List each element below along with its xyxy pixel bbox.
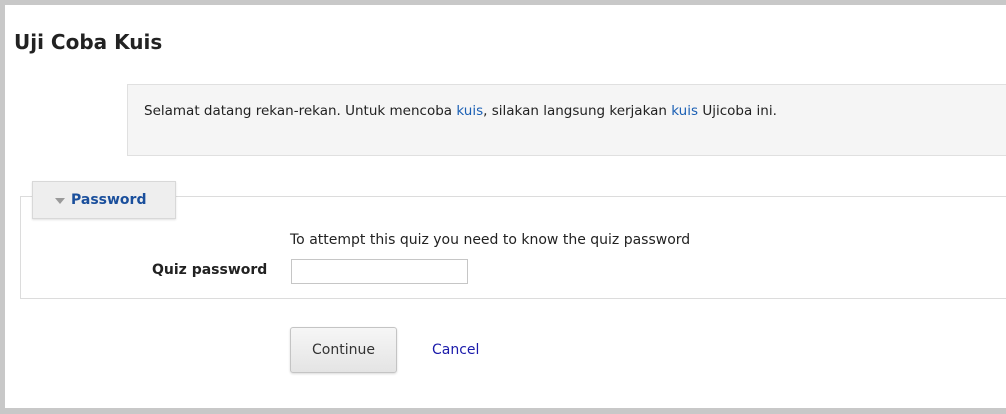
intro-text-after: Ujicoba ini.: [698, 103, 777, 119]
triangle-down-icon: [55, 197, 65, 204]
intro-text-before: Selamat datang rekan-rekan. Untuk mencob…: [144, 103, 457, 119]
intro-text-middle: , silakan langsung kerjakan: [483, 103, 672, 119]
password-notice: To attempt this quiz you need to know th…: [290, 232, 691, 248]
intro-box: Selamat datang rekan-rekan. Untuk mencob…: [127, 84, 1006, 156]
quiz-link-2[interactable]: kuis: [671, 103, 698, 119]
cancel-link[interactable]: Cancel: [432, 342, 479, 358]
intro-text: Selamat datang rekan-rekan. Untuk mencob…: [144, 103, 777, 119]
page-title: Uji Coba Kuis: [14, 30, 163, 54]
password-section-toggle[interactable]: Password: [32, 181, 176, 219]
password-legend-label: Password: [71, 192, 147, 208]
quiz-password-label: Quiz password: [152, 262, 268, 278]
quiz-link-1[interactable]: kuis: [456, 103, 483, 119]
quiz-password-input[interactable]: [291, 259, 468, 284]
continue-button[interactable]: Continue: [290, 327, 397, 373]
